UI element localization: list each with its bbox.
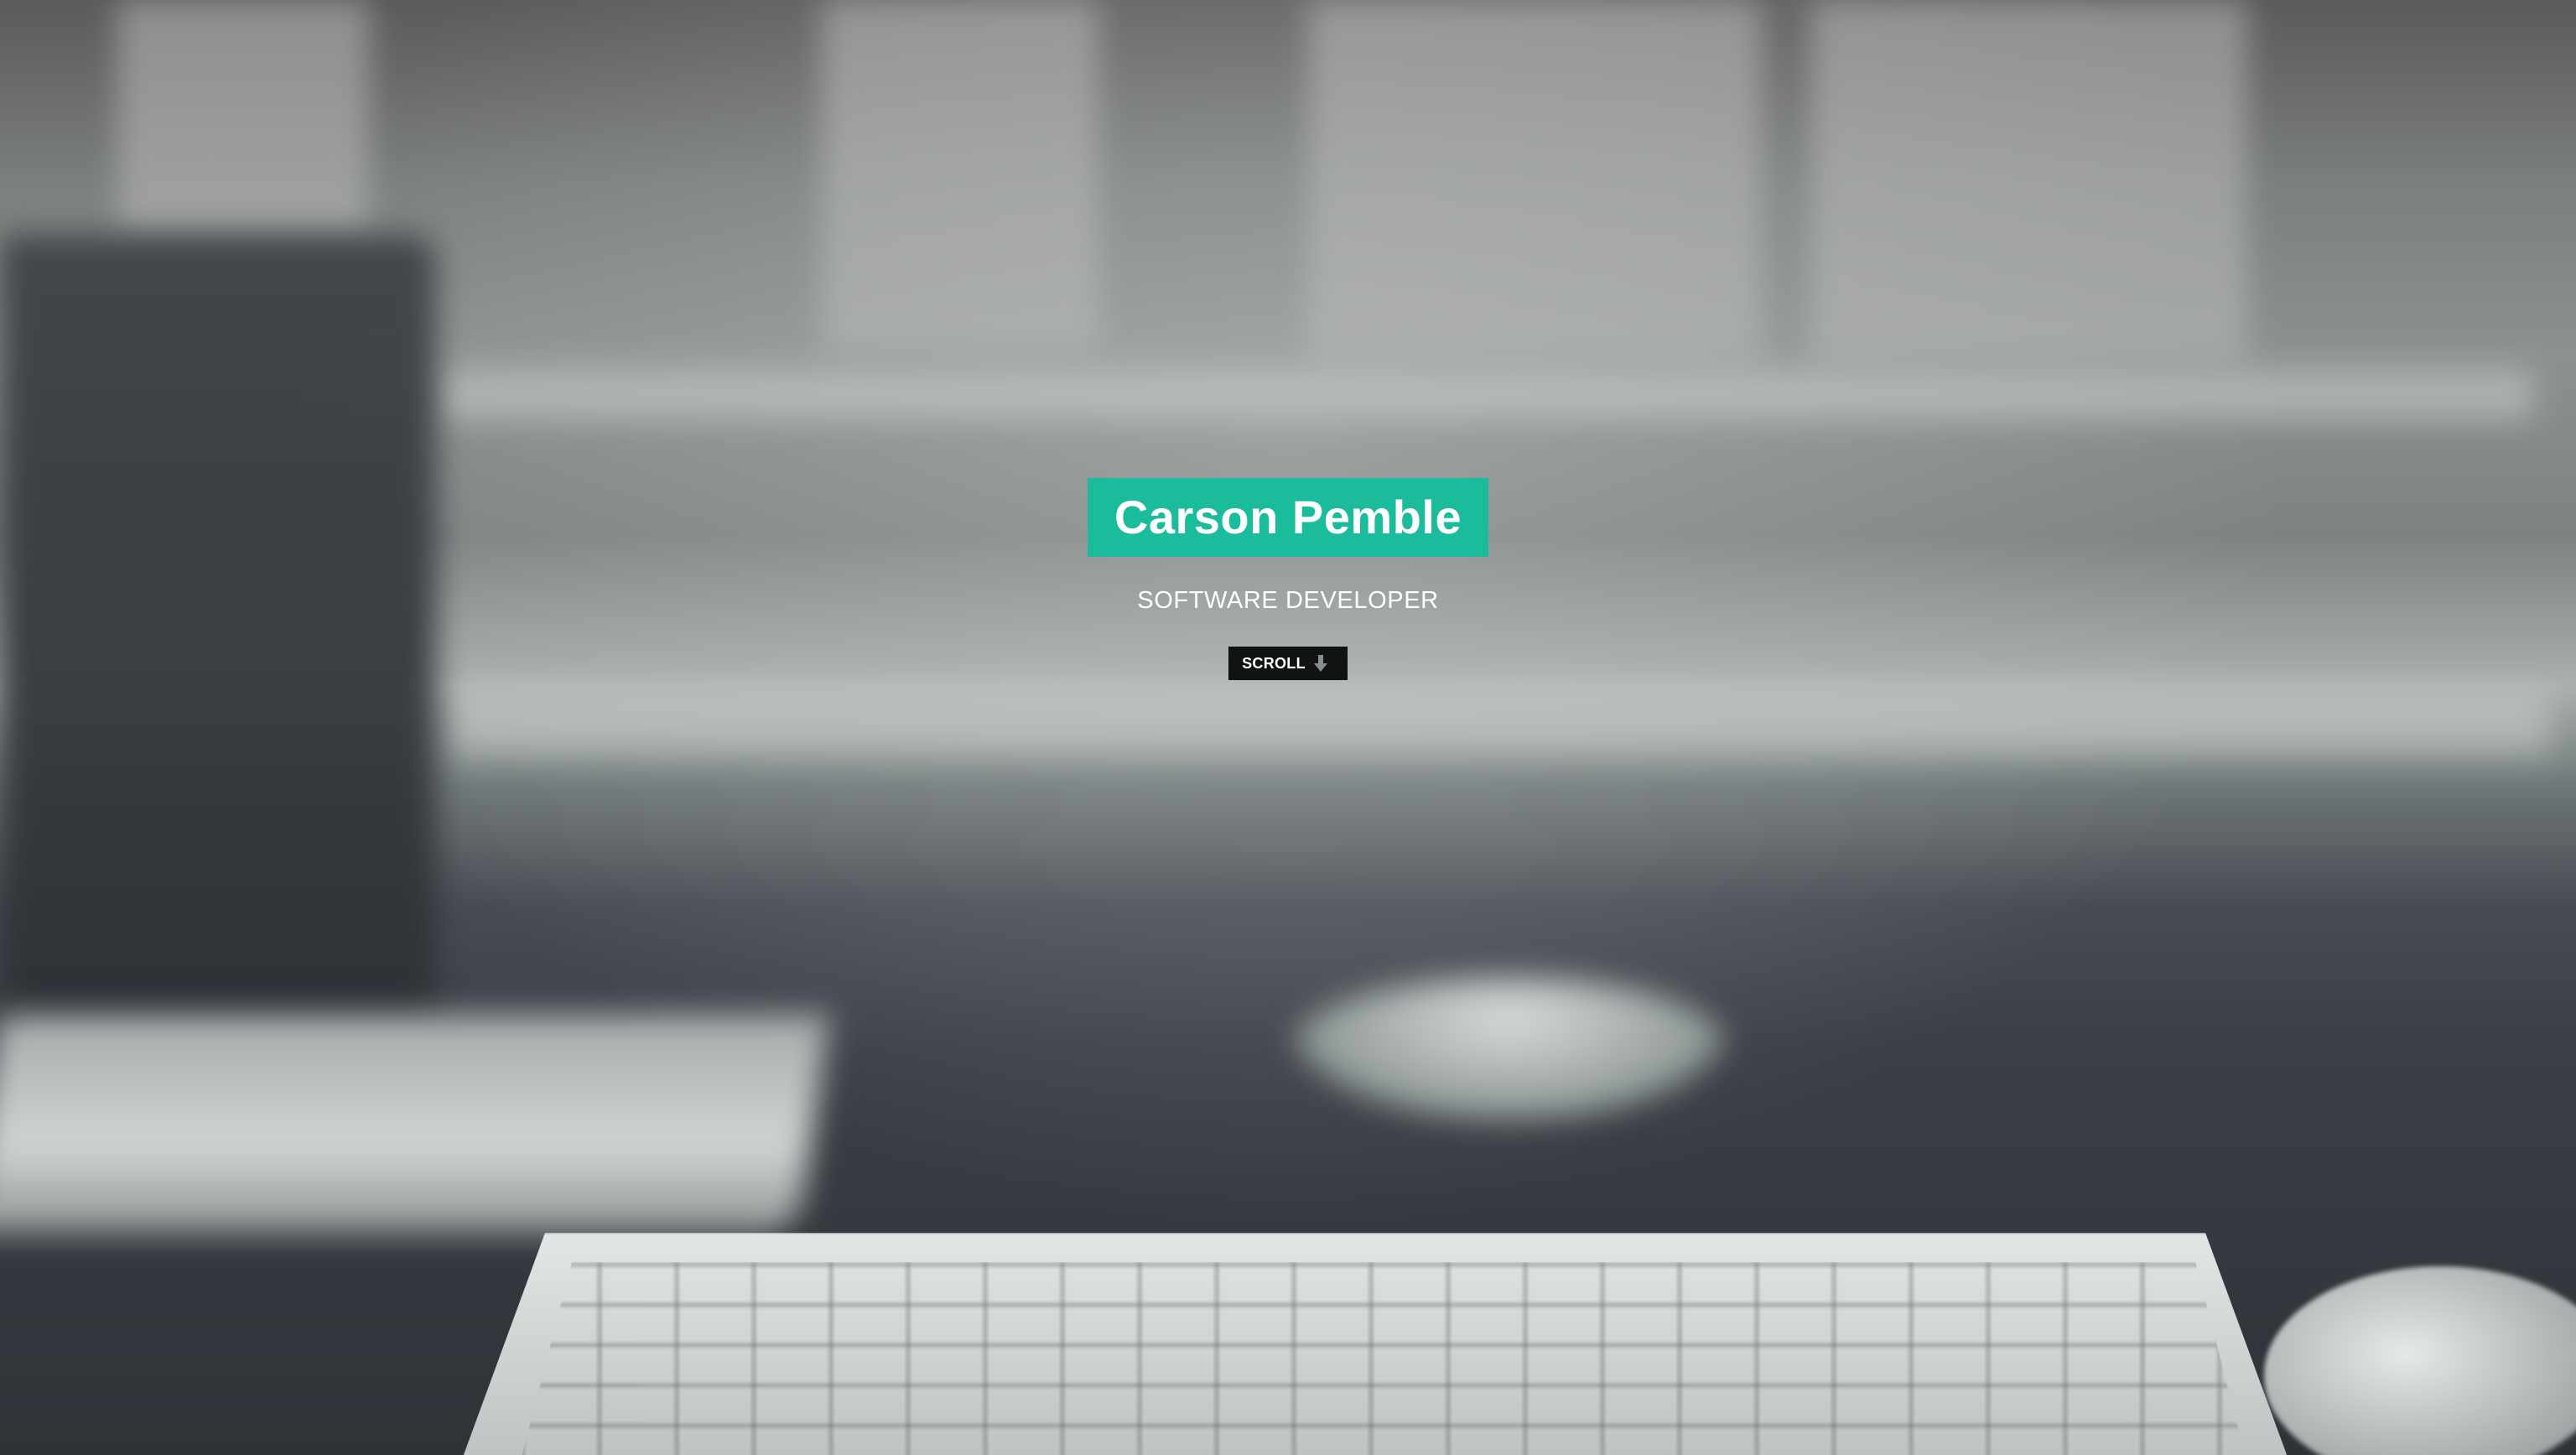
background-bowl: [1291, 977, 1727, 1120]
hero-subtitle: SOFTWARE DEVELOPER: [1137, 587, 1439, 614]
arrow-down-icon: [1313, 655, 1327, 672]
background-sill: [453, 688, 2549, 755]
background-window-pane: [822, 0, 1098, 352]
background-window-pane: [1811, 0, 2247, 361]
background-sill: [436, 369, 2532, 419]
background-window-pane: [1308, 0, 1761, 361]
background-laptop-base: [0, 1015, 829, 1233]
background-mouse: [2264, 1266, 2576, 1455]
background-keyboard-keys: [520, 1262, 2247, 1455]
hero-content: Carson Pemble SOFTWARE DEVELOPER SCROLL: [0, 478, 2576, 680]
hero-section: Carson Pemble SOFTWARE DEVELOPER SCROLL: [0, 0, 2576, 1455]
scroll-button-label: SCROLL: [1242, 654, 1306, 672]
scroll-button[interactable]: SCROLL: [1228, 647, 1348, 680]
hero-name: Carson Pemble: [1087, 478, 1489, 557]
background-window-pane: [117, 0, 369, 235]
